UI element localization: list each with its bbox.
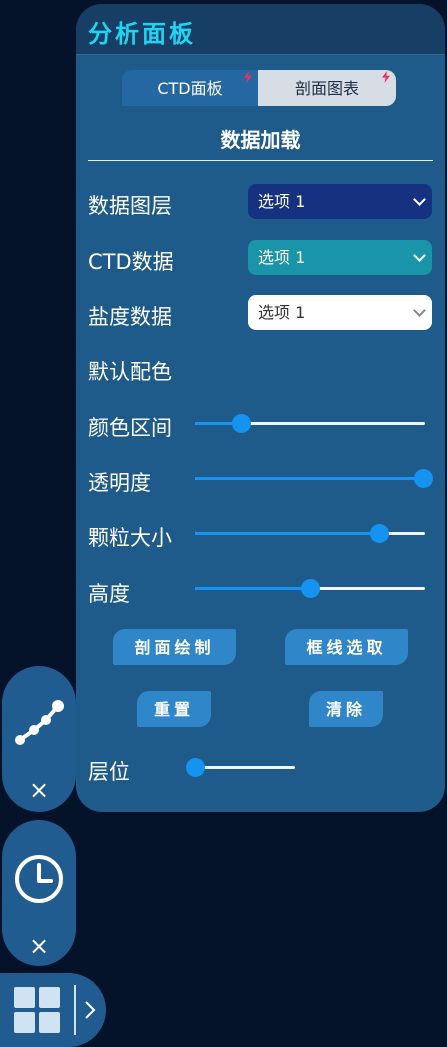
opacity-label: 透明度 bbox=[88, 471, 151, 495]
divider bbox=[74, 985, 76, 1035]
chevron-down-icon bbox=[413, 249, 426, 262]
height-label: 高度 bbox=[88, 582, 130, 606]
color-range-slider[interactable] bbox=[195, 414, 425, 433]
section-divider bbox=[88, 160, 433, 161]
ctd-data-label: CTD数据 bbox=[88, 250, 174, 274]
panel-title: 分析面板 bbox=[88, 20, 196, 48]
height-slider-fill bbox=[195, 587, 310, 590]
opacity-slider-handle[interactable] bbox=[414, 469, 433, 488]
chevron-down-icon bbox=[413, 304, 426, 317]
profile-draw-button[interactable]: 剖面绘制 bbox=[113, 629, 236, 665]
color-range-slider-handle[interactable] bbox=[232, 414, 251, 433]
data-layer-value: 选项 1 bbox=[258, 192, 306, 211]
line-chart-icon bbox=[15, 700, 64, 745]
tab-profile-chart[interactable]: 剖面图表 bbox=[258, 70, 396, 106]
particle-size-slider-handle[interactable] bbox=[370, 524, 389, 543]
ctd-data-value: 选项 1 bbox=[258, 248, 306, 267]
clear-button[interactable]: 清除 bbox=[309, 691, 383, 727]
opacity-slider[interactable] bbox=[195, 469, 433, 488]
panel-header: 分析面板 bbox=[76, 4, 445, 55]
tab-profile-chart-label: 剖面图表 bbox=[294, 79, 359, 98]
lightning-icon bbox=[382, 71, 390, 83]
salinity-data-label: 盐度数据 bbox=[88, 305, 172, 329]
height-slider-handle[interactable] bbox=[301, 579, 320, 598]
layer-level-slider[interactable] bbox=[186, 758, 295, 777]
layer-level-label: 层位 bbox=[88, 760, 130, 784]
data-layer-select[interactable]: 选项 1 bbox=[248, 184, 432, 219]
salinity-data-select[interactable]: 选项 1 bbox=[248, 295, 432, 330]
default-color-label: 默认配色 bbox=[88, 360, 172, 384]
clock-icon bbox=[15, 855, 63, 903]
close-icon[interactable]: × bbox=[2, 776, 76, 804]
section-title: 数据加载 bbox=[220, 128, 301, 152]
panel-tabs: CTD面板 剖面图表 bbox=[122, 70, 396, 106]
tab-ctd-panel[interactable]: CTD面板 bbox=[122, 70, 258, 106]
box-select-button[interactable]: 框线选取 bbox=[285, 629, 408, 665]
particle-size-slider[interactable] bbox=[195, 524, 425, 543]
lightning-icon bbox=[244, 71, 252, 83]
tab-ctd-panel-label: CTD面板 bbox=[157, 79, 223, 98]
dock-item-clock[interactable]: × bbox=[2, 820, 76, 966]
bottom-toolbar bbox=[0, 973, 106, 1047]
height-slider[interactable] bbox=[195, 579, 425, 598]
salinity-data-value: 选项 1 bbox=[258, 303, 306, 322]
analysis-panel: 分析面板 CTD面板 剖面图表 数据加载 数据图层 选项 1 CTD数据 选项 … bbox=[76, 4, 445, 812]
close-icon[interactable]: × bbox=[2, 932, 76, 960]
dock-item-line-chart[interactable]: × bbox=[2, 666, 76, 812]
chevron-right-icon[interactable] bbox=[84, 1000, 96, 1020]
layer-level-slider-handle[interactable] bbox=[186, 758, 205, 777]
grid-icon[interactable] bbox=[14, 987, 62, 1035]
chevron-down-icon bbox=[413, 193, 426, 206]
data-layer-label: 数据图层 bbox=[88, 194, 172, 218]
color-range-label: 颜色区间 bbox=[88, 416, 172, 440]
ctd-data-select[interactable]: 选项 1 bbox=[248, 240, 432, 275]
reset-button[interactable]: 重置 bbox=[137, 691, 211, 727]
particle-size-slider-fill bbox=[195, 532, 379, 535]
opacity-slider-fill bbox=[195, 477, 423, 480]
particle-size-label: 颗粒大小 bbox=[88, 526, 172, 550]
